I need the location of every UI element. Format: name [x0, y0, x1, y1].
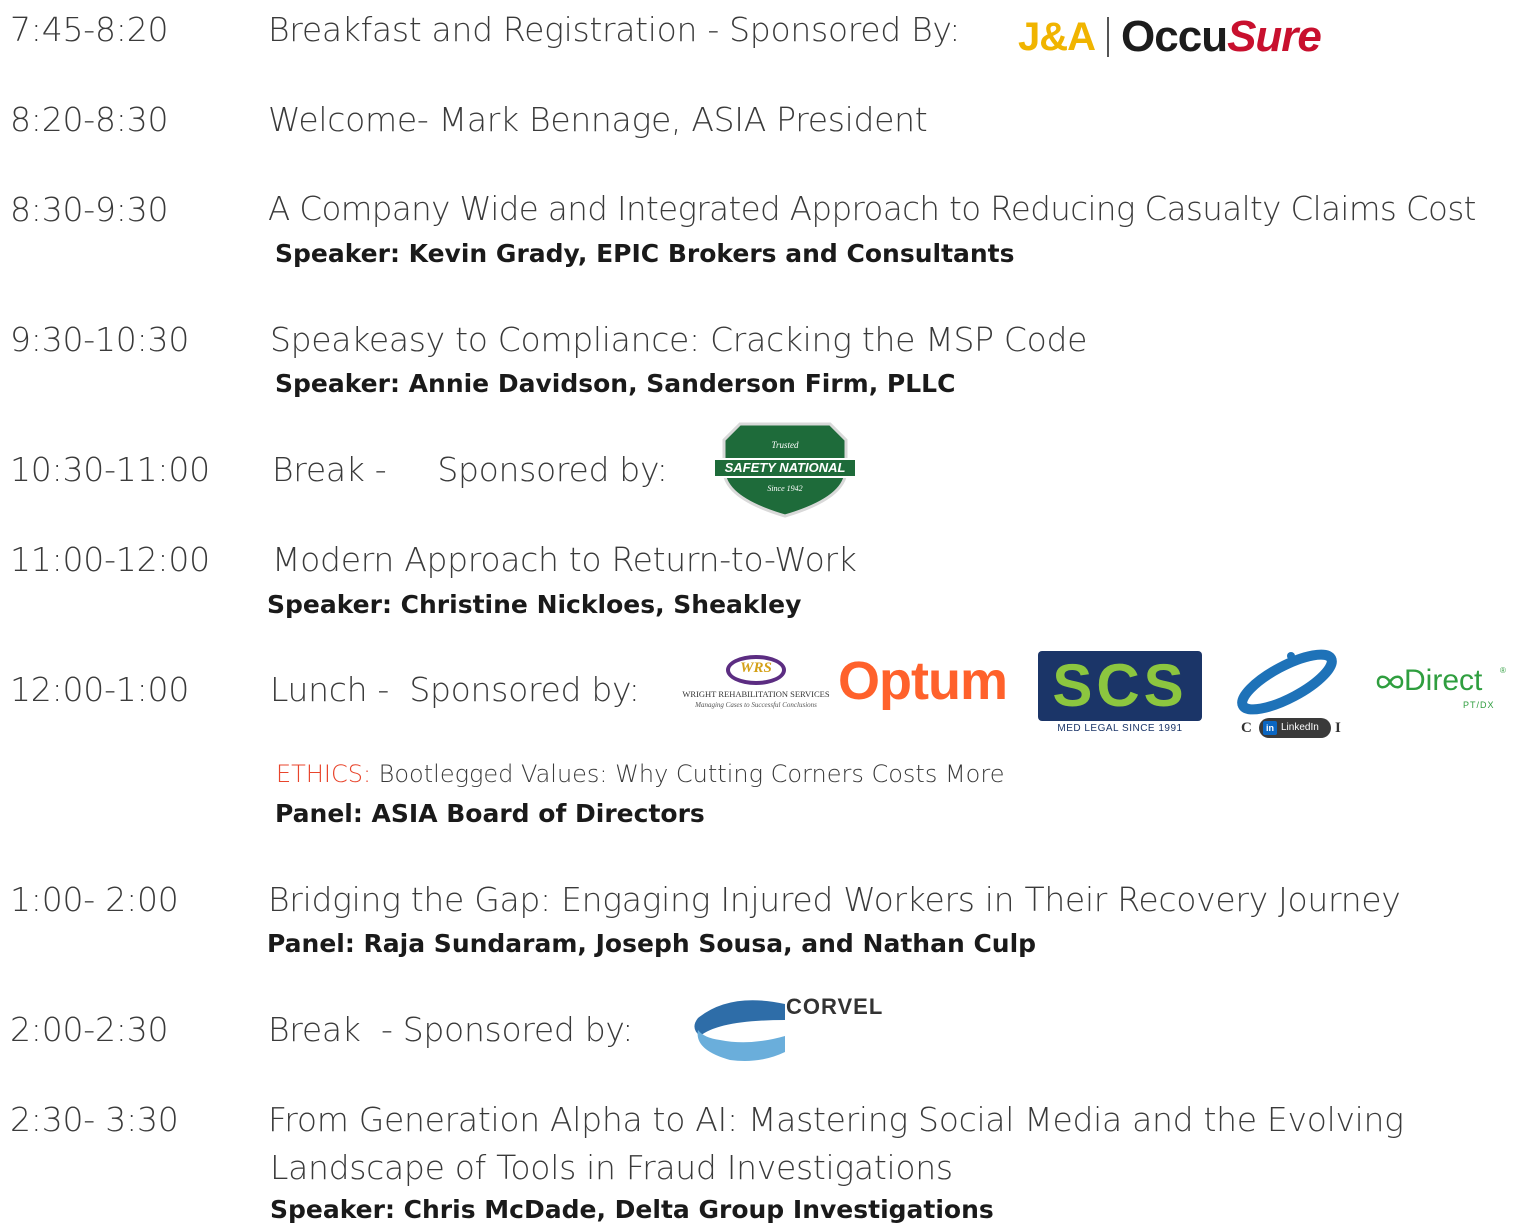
cci-logo: C in LinkedIn I [1225, 642, 1353, 742]
session-time: 7:45-8:20 [10, 10, 169, 49]
ja-occusure-logo: J&A OccuSure [1018, 12, 1322, 62]
cci-letter-c: C [1241, 720, 1252, 736]
ethics-session-title: ETHICS: Bootlegged Values: Why Cutting C… [276, 760, 1004, 788]
ethics-label: ETHICS: [276, 760, 372, 788]
session-title: A Company Wide and Integrated Approach t… [268, 190, 1476, 228]
session-title: Break - Sponsored by: [272, 450, 668, 489]
direct-text: Direct [1404, 664, 1483, 697]
session-title: Lunch - Sponsored by: [270, 670, 640, 709]
ja-logo-text: J&A [1018, 14, 1096, 59]
wrs-emblem-text: WRS [740, 660, 772, 676]
session-time: 11:00-12:00 [10, 540, 210, 579]
session-time: 2:00-2:30 [10, 1010, 169, 1049]
session-speaker: Speaker: Kevin Grady, EPIC Brokers and C… [275, 239, 1015, 268]
session-speaker: Panel: Raja Sundaram, Joseph Sousa, and … [267, 929, 1037, 958]
linkedin-icon: in [1263, 721, 1277, 735]
wrs-logo: WRS WRIGHT REHABILITATION SERVICES Manag… [676, 655, 836, 715]
direct-logo: Direct ® PT/DX [1375, 664, 1515, 724]
session-speaker: Speaker: Chris McDade, Delta Group Inves… [270, 1195, 994, 1224]
wrs-tagline: Managing Cases to Successful Conclusions [695, 701, 817, 709]
safety-trusted-text: Trusted [771, 440, 799, 450]
cci-letter-i: I [1335, 720, 1341, 736]
wrs-name: WRIGHT REHABILITATION SERVICES [682, 689, 830, 699]
ethics-panel: Panel: ASIA Board of Directors [275, 799, 705, 828]
optum-logo: Optum [838, 651, 1008, 711]
session-title: Speakeasy to Compliance: Cracking the MS… [270, 320, 1088, 359]
direct-registered-mark: ® [1500, 666, 1506, 675]
session-time: 10:30-11:00 [10, 450, 210, 489]
scs-tagline: MED LEGAL SINCE 1991 [1057, 723, 1183, 734]
logo-divider [1107, 17, 1110, 57]
session-speaker: Speaker: Christine Nickloes, Sheakley [267, 590, 802, 619]
infinity-icon [1376, 675, 1404, 689]
safety-national-logo: Trusted SAFETY NATIONAL Since 1942 [710, 420, 860, 518]
session-title: Breakfast and Registration - Sponsored B… [268, 10, 961, 49]
session-time: 1:00- 2:00 [10, 880, 179, 919]
corvel-swoosh-icon [694, 1000, 785, 1061]
session-title: Break - Sponsored by: [268, 1010, 634, 1049]
session-title: Bridging the Gap: Engaging Injured Worke… [268, 880, 1401, 919]
session-title: Welcome- Mark Bennage, ASIA President [268, 100, 928, 139]
cci-swoosh-icon [1237, 649, 1337, 715]
session-speaker: Speaker: Annie Davidson, Sanderson Firm,… [275, 369, 956, 398]
session-time: 8:30-9:30 [10, 190, 169, 229]
ethics-title: Bootlegged Values: Why Cutting Corners C… [371, 760, 1005, 788]
session-title: Modern Approach to Return-to-Work [272, 540, 857, 579]
session-time: 2:30- 3:30 [10, 1100, 179, 1139]
corvel-text: CORVEL [786, 994, 884, 1019]
scs-logo: SCS MED LEGAL SINCE 1991 [1038, 651, 1208, 737]
session-time: 12:00-1:00 [10, 670, 190, 709]
session-time: 9:30-10:30 [10, 320, 190, 359]
direct-subtext: PT/DX [1463, 700, 1495, 710]
safety-since-text: Since 1942 [767, 484, 803, 493]
scs-letters: SCS [1052, 652, 1188, 719]
session-title-line-2: Landscape of Tools in Fraud Investigatio… [270, 1148, 953, 1187]
session-time: 8:20-8:30 [10, 100, 169, 139]
corvel-logo: CORVEL [690, 990, 890, 1065]
safety-national-text: SAFETY NATIONAL [724, 460, 846, 475]
occusure-logo-text: OccuSure [1121, 12, 1322, 61]
session-title: From Generation Alpha to AI: Mastering S… [268, 1100, 1404, 1139]
linkedin-text: LinkedIn [1281, 722, 1319, 733]
